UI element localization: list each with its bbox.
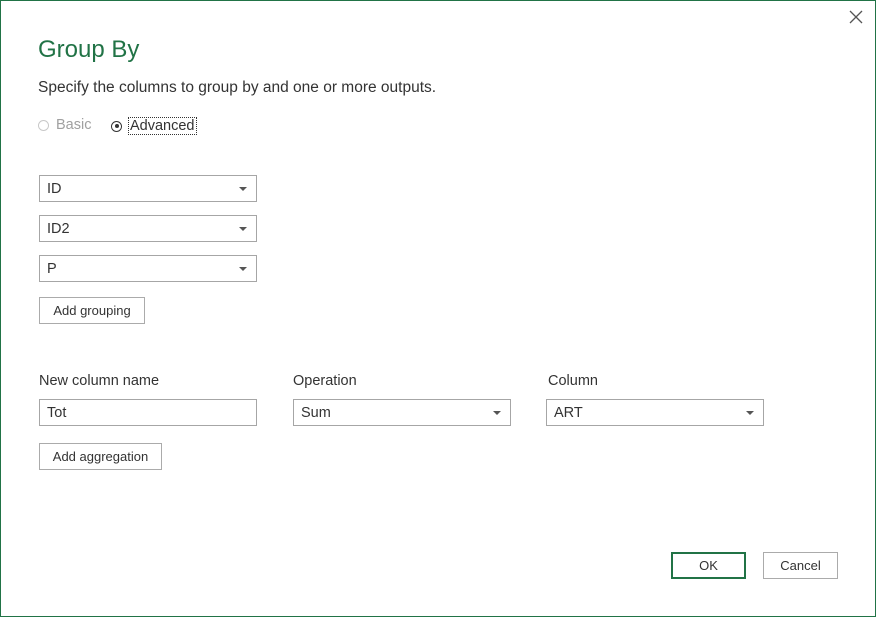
dialog-subtitle: Specify the columns to group by and one …: [38, 79, 437, 96]
select-value: Sum: [301, 404, 331, 421]
new-column-name-label: New column name: [39, 373, 160, 389]
column-select[interactable]: ART: [546, 399, 764, 426]
chevron-down-icon: [493, 411, 501, 415]
advanced-radio-label: Advanced: [128, 117, 197, 135]
operation-select[interactable]: Sum: [293, 399, 511, 426]
add-aggregation-button[interactable]: Add aggregation: [39, 443, 162, 470]
basic-radio[interactable]: Basic: [38, 117, 92, 133]
grouping-column-select[interactable]: ID2: [39, 215, 257, 242]
dialog-title: Group By: [38, 36, 140, 63]
chevron-down-icon: [239, 267, 247, 271]
ok-button[interactable]: OK: [671, 552, 746, 579]
grouping-column-select[interactable]: ID: [39, 175, 257, 202]
select-value: P: [47, 260, 57, 277]
column-label: Column: [548, 373, 598, 389]
close-icon: [849, 10, 863, 24]
select-value: ART: [554, 404, 583, 421]
add-grouping-button[interactable]: Add grouping: [39, 297, 145, 324]
advanced-radio[interactable]: Advanced: [111, 117, 197, 135]
operation-label: Operation: [293, 373, 357, 389]
basic-radio-label: Basic: [56, 117, 92, 133]
chevron-down-icon: [239, 187, 247, 191]
radio-circle: [38, 119, 49, 131]
group-by-dialog: Group By Specify the columns to group by…: [0, 0, 876, 617]
new-column-name-input[interactable]: [39, 399, 257, 426]
grouping-column-select[interactable]: P: [39, 255, 257, 282]
cancel-button[interactable]: Cancel: [763, 552, 838, 579]
select-value: ID: [47, 180, 62, 197]
select-value: ID2: [47, 220, 70, 237]
radio-circle: [111, 120, 122, 132]
close-button[interactable]: [846, 7, 866, 27]
chevron-down-icon: [746, 411, 754, 415]
chevron-down-icon: [239, 227, 247, 231]
